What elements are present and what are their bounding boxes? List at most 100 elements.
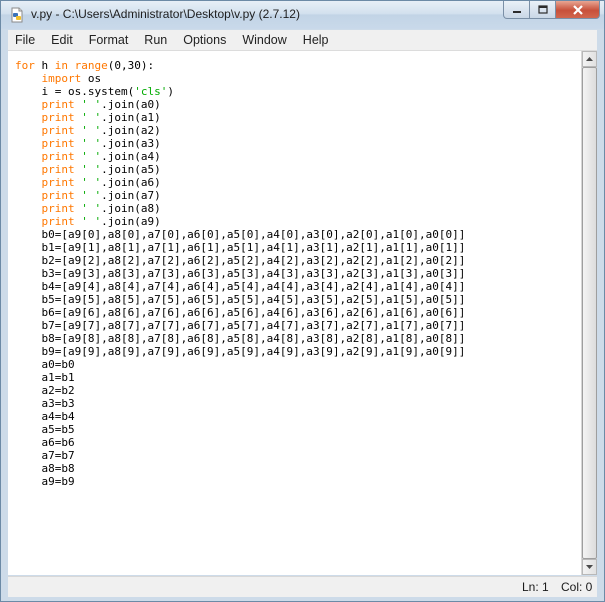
code-line[interactable]: print ' '.join(a5) xyxy=(15,163,465,176)
code-token: b8=[a9[8],a8[8],a7[8],a6[8],a5[8],a4[8],… xyxy=(15,332,466,345)
title-bar[interactable]: v.py - C:\Users\Administrator\Desktop\v.… xyxy=(1,1,604,29)
menu-run[interactable]: Run xyxy=(136,33,175,47)
maximize-button[interactable] xyxy=(530,1,556,19)
code-keyword: in xyxy=(54,59,68,72)
code-line[interactable]: a1=b1 xyxy=(15,371,465,384)
code-line[interactable]: a2=b2 xyxy=(15,384,465,397)
code-keyword: print xyxy=(41,150,75,163)
code-line[interactable]: a8=b8 xyxy=(15,462,465,475)
code-keyword: print xyxy=(41,124,75,137)
code-line[interactable]: print ' '.join(a4) xyxy=(15,150,465,163)
scroll-down-button[interactable] xyxy=(582,559,597,575)
code-line[interactable]: a4=b4 xyxy=(15,410,465,423)
minimize-icon xyxy=(512,10,521,13)
idle-editor-window: v.py - C:\Users\Administrator\Desktop\v.… xyxy=(0,0,605,602)
code-line[interactable]: b7=[a9[7],a8[7],a7[7],a6[7],a5[7],a4[7],… xyxy=(15,319,465,332)
code-line[interactable]: print ' '.join(a1) xyxy=(15,111,465,124)
code-line[interactable]: print ' '.join(a8) xyxy=(15,202,465,215)
code-token: (0,30): xyxy=(107,59,155,72)
code-line[interactable]: print ' '.join(a0) xyxy=(15,98,465,111)
code-line[interactable]: a5=b5 xyxy=(15,423,465,436)
menu-bar: File Edit Format Run Options Window Help xyxy=(8,30,597,51)
code-token: .join(a6) xyxy=(101,176,161,189)
menu-options[interactable]: Options xyxy=(175,33,234,47)
menu-file[interactable]: File xyxy=(8,33,43,47)
close-icon xyxy=(572,4,583,15)
menu-help[interactable]: Help xyxy=(295,33,337,47)
minimize-button[interactable] xyxy=(503,1,530,19)
status-column-number: Col: 0 xyxy=(561,580,593,594)
code-token: a4=b4 xyxy=(15,410,75,423)
code-line[interactable]: print ' '.join(a2) xyxy=(15,124,465,137)
code-line[interactable]: b6=[a9[6],a8[6],a7[6],a6[6],a5[6],a4[6],… xyxy=(15,306,465,319)
code-line[interactable]: a9=b9 xyxy=(15,475,465,488)
code-string: ' ' xyxy=(81,202,102,215)
code-line[interactable]: a0=b0 xyxy=(15,358,465,371)
code-keyword: range xyxy=(74,59,108,72)
scroll-up-button[interactable] xyxy=(582,51,597,67)
code-token: b0=[a9[0],a8[0],a7[0],a6[0],a5[0],a4[0],… xyxy=(15,228,466,241)
code-token: a8=b8 xyxy=(15,462,75,475)
menu-window[interactable]: Window xyxy=(234,33,294,47)
code-keyword: print xyxy=(41,111,75,124)
code-token: .join(a7) xyxy=(101,189,161,202)
arrow-up-icon xyxy=(586,57,593,61)
window-title: v.py - C:\Users\Administrator\Desktop\v.… xyxy=(31,7,300,21)
close-button[interactable] xyxy=(556,1,600,19)
code-token: b3=[a9[3],a8[3],a7[3],a6[3],a5[3],a4[3],… xyxy=(15,267,466,280)
code-string: ' ' xyxy=(81,176,102,189)
code-line[interactable]: print ' '.join(a6) xyxy=(15,176,465,189)
code-token: a1=b1 xyxy=(15,371,75,384)
code-token: b9=[a9[9],a8[9],a7[9],a6[9],a5[9],a4[9],… xyxy=(15,345,466,358)
code-keyword: for xyxy=(15,59,35,72)
maximize-icon xyxy=(537,5,548,14)
caption-buttons xyxy=(503,1,600,20)
code-line[interactable]: print ' '.join(a7) xyxy=(15,189,465,202)
code-line[interactable]: b8=[a9[8],a8[8],a7[8],a6[8],a5[8],a4[8],… xyxy=(15,332,465,345)
code-line[interactable]: a3=b3 xyxy=(15,397,465,410)
code-string: ' ' xyxy=(81,111,102,124)
code-line[interactable]: a7=b7 xyxy=(15,449,465,462)
code-token: a0=b0 xyxy=(15,358,75,371)
code-line[interactable]: b5=[a9[5],a8[5],a7[5],a6[5],a5[5],a4[5],… xyxy=(15,293,465,306)
code-line[interactable]: a6=b6 xyxy=(15,436,465,449)
code-string: ' ' xyxy=(81,189,102,202)
code-token: b7=[a9[7],a8[7],a7[7],a6[7],a5[7],a4[7],… xyxy=(15,319,466,332)
code-line[interactable]: b9=[a9[9],a8[9],a7[9],a6[9],a5[9],a4[9],… xyxy=(15,345,465,358)
code-string: ' ' xyxy=(81,163,102,176)
code-token: .join(a0) xyxy=(101,98,161,111)
code-line[interactable]: import os xyxy=(15,72,465,85)
code-token: b5=[a9[5],a8[5],a7[5],a6[5],a5[5],a4[5],… xyxy=(15,293,466,306)
code-keyword: print xyxy=(41,98,75,111)
code-editor[interactable]: for h in range(0,30): import os i = os.s… xyxy=(8,51,581,575)
code-token: a9=b9 xyxy=(15,475,75,488)
code-token: .join(a3) xyxy=(101,137,161,150)
code-line[interactable]: b3=[a9[3],a8[3],a7[3],a6[3],a5[3],a4[3],… xyxy=(15,267,465,280)
code-line[interactable]: b0=[a9[0],a8[0],a7[0],a6[0],a5[0],a4[0],… xyxy=(15,228,465,241)
code-line[interactable]: i = os.system('cls') xyxy=(15,85,465,98)
scrollbar-thumb[interactable] xyxy=(582,67,597,559)
code-line[interactable]: print ' '.join(a9) xyxy=(15,215,465,228)
vertical-scrollbar[interactable] xyxy=(581,51,597,575)
code-token: .join(a8) xyxy=(101,202,161,215)
menu-format[interactable]: Format xyxy=(81,33,137,47)
code-keyword: print xyxy=(41,202,75,215)
code-line[interactable]: b4=[a9[4],a8[4],a7[4],a6[4],a5[4],a4[4],… xyxy=(15,280,465,293)
code-string: 'cls' xyxy=(134,85,168,98)
code-keyword: print xyxy=(41,215,75,228)
code-text[interactable]: for h in range(0,30): import os i = os.s… xyxy=(15,59,465,488)
code-line[interactable]: b2=[a9[2],a8[2],a7[2],a6[2],a5[2],a4[2],… xyxy=(15,254,465,267)
code-line[interactable]: b1=[a9[1],a8[1],a7[1],a6[1],a5[1],a4[1],… xyxy=(15,241,465,254)
code-string: ' ' xyxy=(81,137,102,150)
code-line[interactable]: print ' '.join(a3) xyxy=(15,137,465,150)
code-line[interactable]: for h in range(0,30): xyxy=(15,59,465,72)
menu-edit[interactable]: Edit xyxy=(43,33,81,47)
